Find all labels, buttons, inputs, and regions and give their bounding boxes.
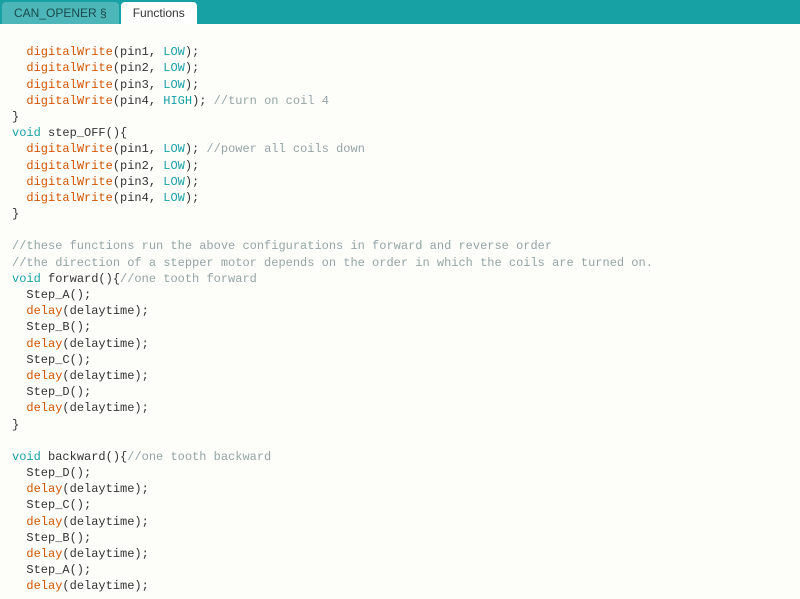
code-line: digitalWrite(pin3, LOW); [12,175,199,189]
keyword: void [12,450,41,464]
fn-call: delay [26,337,62,351]
fn-call: delay [26,482,62,496]
code-line: delay(delaytime); [12,547,149,561]
punct: ); [185,45,199,59]
const: LOW [163,142,185,156]
code-line: digitalWrite(pin4, HIGH); //turn on coil… [12,94,329,108]
fn-call: digitalWrite [26,78,112,92]
code-line: digitalWrite(pin1, LOW); //power all coi… [12,142,365,156]
code-line: } [12,418,19,432]
code-line: Step_B(); [12,531,91,545]
code-line: void forward(){//one tooth forward [12,272,257,286]
fn-call: delay [26,304,62,318]
fn-call: digitalWrite [26,191,112,205]
tab-functions[interactable]: Functions [121,2,197,24]
fn-call: delay [26,369,62,383]
fn-call: digitalWrite [26,45,112,59]
comment: //one tooth forward [120,272,257,286]
const: HIGH [163,94,192,108]
fn-call: digitalWrite [26,142,112,156]
args: (delaytime); [62,579,148,593]
args: (delaytime); [62,515,148,529]
code-line: digitalWrite(pin4, LOW); [12,191,199,205]
const: LOW [163,159,185,173]
comment: //turn on coil 4 [214,94,329,108]
code-line: delay(delaytime); [12,304,149,318]
code-line: delay(delaytime); [12,401,149,415]
code-line: Step_A(); [12,563,91,577]
const: LOW [163,61,185,75]
code-line: Step_B(); [12,320,91,334]
args: (pin2, [113,61,163,75]
fn-call: digitalWrite [26,175,112,189]
code-line: delay(delaytime); [12,369,149,383]
const: LOW [163,191,185,205]
code-line: delay(delaytime); [12,515,149,529]
keyword: void [12,126,41,140]
const: LOW [163,175,185,189]
args: (delaytime); [62,401,148,415]
args: (pin1, [113,45,163,59]
code-line: delay(delaytime); [12,482,149,496]
args: (pin2, [113,159,163,173]
args: (delaytime); [62,547,148,561]
code-line: Step_D(); [12,466,91,480]
args: (pin3, [113,175,163,189]
code-line: digitalWrite(pin2, LOW); [12,61,199,75]
code-line: digitalWrite(pin3, LOW); [12,78,199,92]
fn-call: digitalWrite [26,159,112,173]
signature: step_OFF(){ [41,126,127,140]
comment: //the direction of a stepper motor depen… [12,256,653,270]
fn-call: delay [26,579,62,593]
code-line: } [12,207,19,221]
args: (pin4, [113,94,163,108]
punct: ); [192,94,214,108]
code-line: digitalWrite(pin2, LOW); [12,159,199,173]
code-line: } [12,110,19,124]
keyword: void [12,272,41,286]
punct: ); [185,142,207,156]
comment: //these functions run the above configur… [12,239,552,253]
code-line: digitalWrite(pin1, LOW); [12,45,199,59]
args: (delaytime); [62,304,148,318]
tab-can-opener[interactable]: CAN_OPENER § [2,2,119,24]
code-line: Step_C(); [12,353,91,367]
punct: ); [185,78,199,92]
code-line: Step_A(); [12,288,91,302]
code-line: delay(delaytime); [12,579,149,593]
const: LOW [163,78,185,92]
args: (delaytime); [62,482,148,496]
signature: backward(){ [41,450,127,464]
fn-call: delay [26,401,62,415]
code-line: Step_C(); [12,498,91,512]
args: (pin1, [113,142,163,156]
code-line: delay(delaytime); [12,337,149,351]
const: LOW [163,45,185,59]
tab-bar: CAN_OPENER § Functions [0,0,800,24]
comment: //power all coils down [206,142,364,156]
args: (pin3, [113,78,163,92]
code-line: Step_D(); [12,385,91,399]
code-editor[interactable]: digitalWrite(pin1, LOW); digitalWrite(pi… [0,24,800,599]
punct: ); [185,175,199,189]
punct: ); [185,159,199,173]
signature: forward(){ [41,272,120,286]
code-line: void backward(){//one tooth backward [12,450,271,464]
args: (delaytime); [62,369,148,383]
punct: ); [185,191,199,205]
fn-call: delay [26,515,62,529]
fn-call: digitalWrite [26,61,112,75]
fn-call: digitalWrite [26,94,112,108]
fn-call: delay [26,547,62,561]
args: (delaytime); [62,337,148,351]
code-line: void step_OFF(){ [12,126,127,140]
args: (pin4, [113,191,163,205]
punct: ); [185,61,199,75]
comment: //one tooth backward [127,450,271,464]
